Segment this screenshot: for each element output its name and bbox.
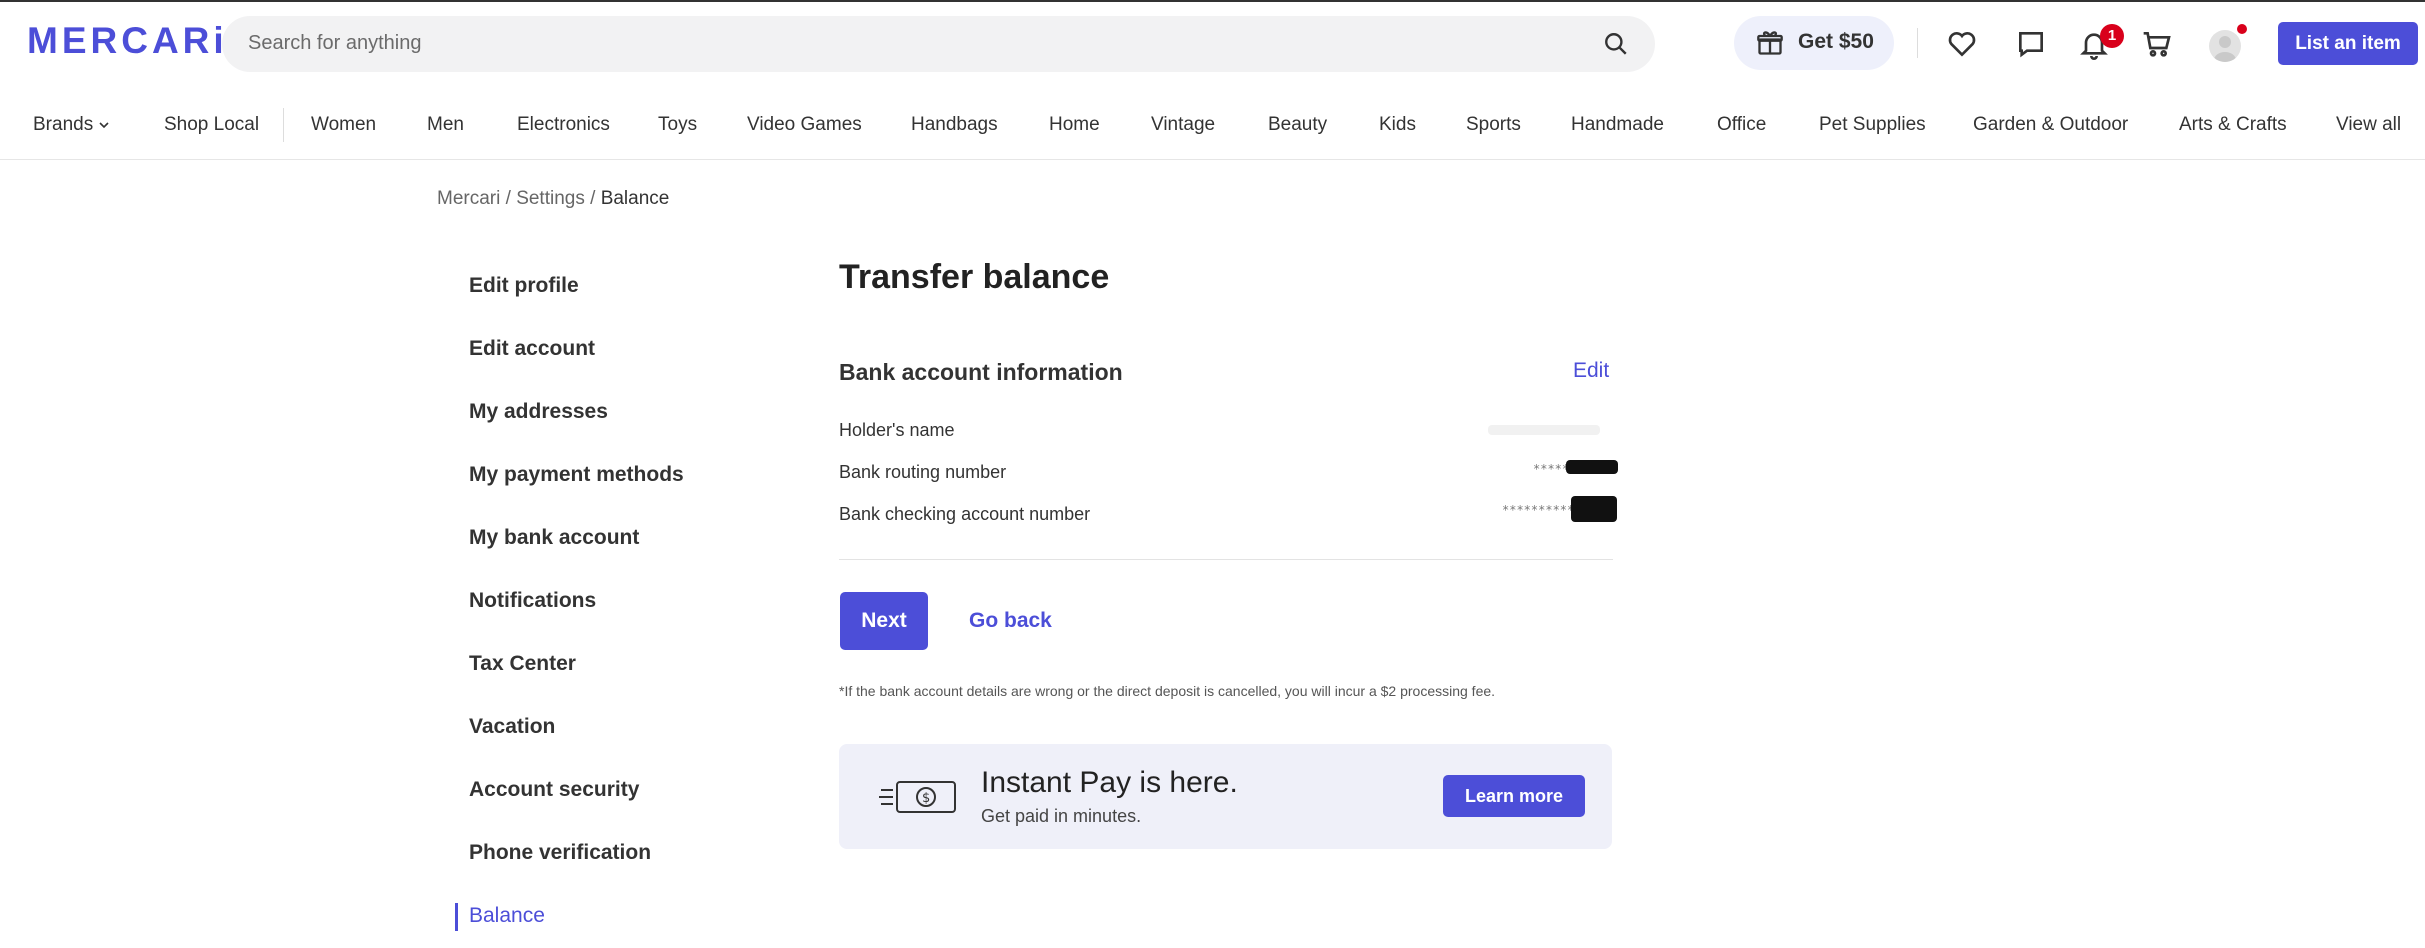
category-brands-label: Brands (33, 114, 94, 135)
breadcrumb-separator: / (505, 188, 511, 209)
bank-info-heading: Bank account information (839, 359, 1123, 385)
section-divider (839, 559, 1613, 560)
sidebar-item-account-security[interactable]: Account security (469, 778, 639, 802)
sidebar-item-edit-profile[interactable]: Edit profile (469, 274, 579, 298)
sidebar-item-tax-center[interactable]: Tax Center (469, 652, 576, 676)
category-pet-supplies[interactable]: Pet Supplies (1819, 114, 1926, 136)
learn-more-button[interactable]: Learn more (1443, 775, 1585, 817)
category-home[interactable]: Home (1049, 114, 1100, 136)
category-handmade[interactable]: Handmade (1571, 114, 1664, 136)
cash-icon: $ (879, 781, 956, 813)
mercari-logo[interactable]: MERCARi (27, 20, 228, 62)
search-icon[interactable] (1603, 31, 1629, 57)
category-shop-local[interactable]: Shop Local (164, 114, 259, 136)
holder-name-label: Holder's name (839, 420, 955, 440)
checking-account-masked: ********** (1502, 503, 1575, 517)
breadcrumb-separator: / (590, 188, 596, 209)
category-nav: Brands Shop Local Women Men Electronics … (0, 92, 2425, 160)
instant-pay-banner: $ Instant Pay is here. Get paid in minut… (839, 744, 1612, 849)
header-divider (1917, 28, 1918, 58)
breadcrumb-mercari[interactable]: Mercari (437, 188, 500, 209)
go-back-link[interactable]: Go back (969, 609, 1052, 633)
get-50-button[interactable]: Get $50 (1734, 16, 1894, 70)
user-avatar-icon (2214, 36, 2236, 62)
breadcrumb: Mercari / Settings / Balance (437, 188, 669, 210)
chevron-down-icon (99, 122, 110, 129)
category-vintage[interactable]: Vintage (1151, 114, 1215, 136)
category-video-games[interactable]: Video Games (747, 114, 862, 136)
page-title: Transfer balance (839, 258, 1110, 296)
instant-pay-subtitle: Get paid in minutes. (981, 806, 1142, 826)
message-icon[interactable] (2015, 28, 2047, 60)
category-office[interactable]: Office (1717, 114, 1766, 136)
gift-icon (1757, 31, 1783, 55)
sidebar-item-notifications[interactable]: Notifications (469, 589, 596, 613)
holder-name-redacted (1488, 425, 1600, 435)
category-garden-outdoor[interactable]: Garden & Outdoor (1973, 114, 2128, 136)
sidebar-item-my-addresses[interactable]: My addresses (469, 400, 608, 424)
breadcrumb-settings[interactable]: Settings (516, 188, 585, 209)
list-item-button[interactable]: List an item (2278, 22, 2418, 65)
top-header: MERCARi Search for anything Get $50 1 Li… (0, 0, 2425, 84)
sidebar-item-vacation[interactable]: Vacation (469, 715, 555, 739)
sidebar-active-indicator (455, 903, 458, 931)
category-divider (283, 108, 284, 142)
category-arts-crafts[interactable]: Arts & Crafts (2179, 114, 2287, 136)
category-electronics[interactable]: Electronics (517, 114, 610, 136)
category-sports[interactable]: Sports (1466, 114, 1521, 136)
notification-badge: 1 (2100, 24, 2124, 48)
sidebar-item-edit-account[interactable]: Edit account (469, 337, 595, 361)
cart-icon[interactable] (2141, 28, 2173, 60)
search-bar[interactable]: Search for anything (222, 16, 1655, 72)
svg-text:$: $ (922, 791, 930, 806)
routing-number-label: Bank routing number (839, 462, 1007, 482)
category-women[interactable]: Women (311, 114, 376, 136)
instant-pay-title: Instant Pay is here. (981, 766, 1238, 799)
sidebar-item-phone-verification[interactable]: Phone verification (469, 841, 651, 865)
avatar[interactable] (2209, 30, 2241, 62)
sidebar-item-balance[interactable]: Balance (469, 904, 545, 928)
edit-bank-link[interactable]: Edit (1573, 359, 1609, 383)
category-toys[interactable]: Toys (658, 114, 697, 136)
sidebar-item-my-payment-methods[interactable]: My payment methods (469, 463, 684, 487)
category-handbags[interactable]: Handbags (911, 114, 998, 136)
category-men[interactable]: Men (427, 114, 464, 136)
checking-account-label: Bank checking account number (839, 504, 1091, 524)
processing-fee-disclaimer: *If the bank account details are wrong o… (839, 683, 1496, 699)
checking-account-redacted (1571, 496, 1617, 522)
search-input[interactable]: Search for anything (248, 32, 421, 55)
category-view-all[interactable]: View all (2336, 114, 2401, 136)
heart-icon[interactable] (1946, 28, 1978, 60)
next-button[interactable]: Next (840, 592, 928, 650)
breadcrumb-current: Balance (600, 188, 670, 209)
category-beauty[interactable]: Beauty (1268, 114, 1327, 136)
avatar-notification-dot (2237, 24, 2247, 34)
routing-number-redacted (1566, 460, 1618, 474)
category-brands[interactable]: Brands (33, 114, 110, 136)
routing-number-masked: ***** (1533, 462, 1570, 476)
sidebar-item-my-bank-account[interactable]: My bank account (469, 526, 639, 550)
category-kids[interactable]: Kids (1379, 114, 1416, 136)
get-50-label: Get $50 (1798, 30, 1874, 53)
